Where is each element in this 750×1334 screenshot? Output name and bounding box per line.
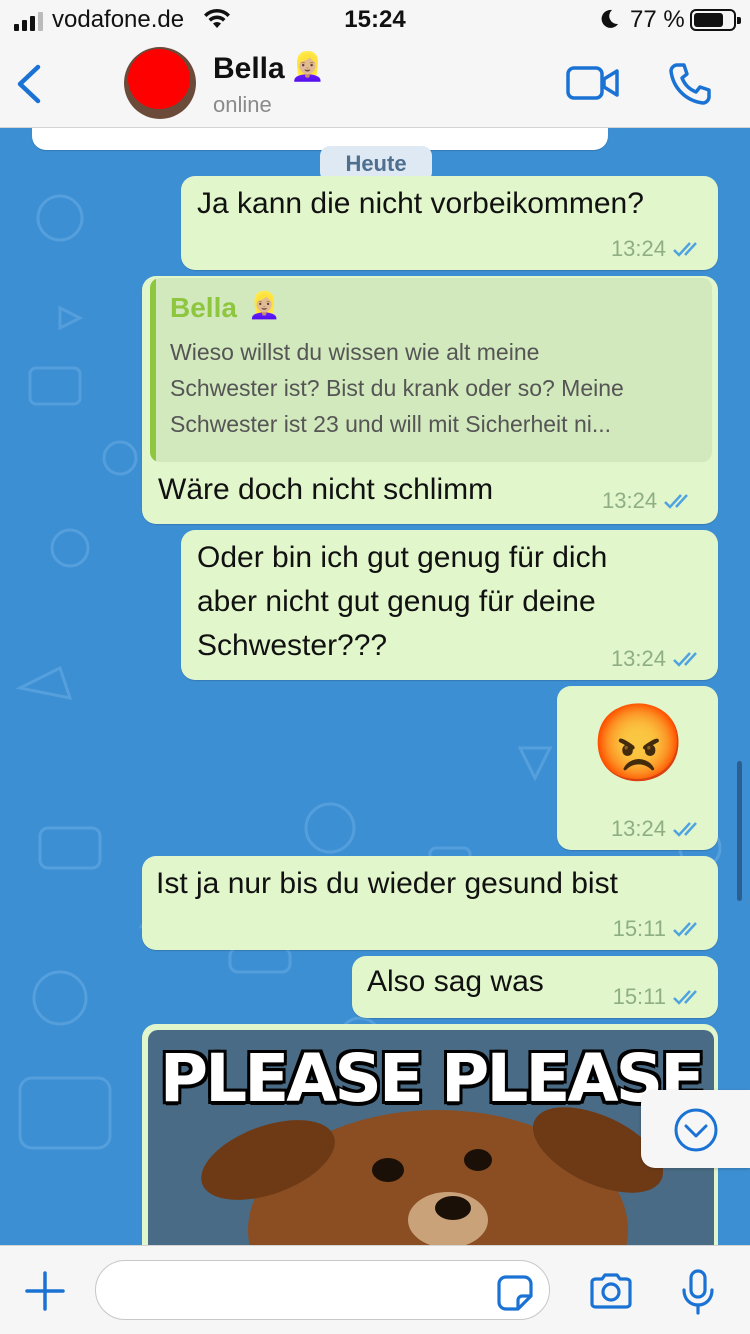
- message-meta: 13:24: [602, 488, 695, 514]
- outgoing-emoji-message[interactable]: 😡 13:24: [557, 686, 718, 850]
- chat-header: Bella 👱🏼‍♀️ online: [0, 40, 750, 128]
- outgoing-message[interactable]: Also sag was 15:11: [352, 956, 718, 1018]
- angry-face-emoji: 😡: [591, 701, 686, 786]
- meme-image[interactable]: PLEASE PLEASE: [148, 1030, 714, 1245]
- message-input-bar: [0, 1245, 750, 1334]
- read-receipt-icon: [673, 822, 697, 837]
- read-receipt-icon: [673, 922, 697, 937]
- chevron-down-circle-icon: [674, 1108, 718, 1152]
- microphone-icon[interactable]: [680, 1268, 716, 1321]
- meme-caption: PLEASE PLEASE: [159, 1040, 705, 1117]
- battery-icon: [690, 9, 741, 31]
- message-time: 13:24: [610, 646, 666, 671]
- read-receipt-icon: [664, 494, 688, 509]
- message-text-line: Oder bin ich gut genug für dich: [197, 541, 608, 574]
- quote-text: Wieso willst du wissen wie alt meine Sch…: [170, 339, 624, 437]
- chat-area[interactable]: 13:23 Heute Ja kann die nicht vorbeikomm…: [0, 128, 750, 1245]
- phone-call-icon[interactable]: [668, 62, 712, 111]
- message-text: Also sag was: [367, 965, 544, 998]
- quoted-message[interactable]: Bella 👱🏼‍♀️ Wieso willst du wissen wie a…: [150, 278, 712, 462]
- attach-plus-icon[interactable]: [24, 1270, 66, 1317]
- message-text: Ja kann die nicht vorbeikommen?: [197, 187, 644, 220]
- message-time: 15:11: [612, 916, 666, 941]
- contact-name[interactable]: Bella: [213, 52, 285, 86]
- message-time: 13:24: [610, 816, 666, 841]
- message-text: Ist ja nur bis du wieder gesund bist: [156, 867, 618, 900]
- message-time: 15:11: [612, 984, 666, 1009]
- message-meta: 13:24: [611, 816, 704, 842]
- camera-icon[interactable]: [588, 1272, 634, 1315]
- status-bar: vodafone.de 15:24 77 %: [0, 0, 750, 40]
- read-receipt-icon: [673, 242, 697, 257]
- message-text-line: aber nicht gut genug für deine: [197, 585, 596, 618]
- scroll-indicator[interactable]: [737, 761, 742, 901]
- read-receipt-icon: [673, 652, 697, 667]
- scroll-to-bottom-button[interactable]: [641, 1090, 750, 1168]
- sticker-icon[interactable]: [496, 1274, 534, 1317]
- message-meta: 15:11: [613, 916, 704, 942]
- read-receipt-icon: [673, 990, 697, 1005]
- quote-author-emoji: 👱🏼‍♀️: [248, 290, 281, 320]
- outgoing-message[interactable]: Ja kann die nicht vorbeikommen? 13:24: [181, 176, 718, 270]
- quote-author: Bella: [170, 292, 237, 323]
- message-text-line: Schwester???: [197, 629, 388, 662]
- message-time: 13:24: [602, 488, 658, 513]
- outgoing-message[interactable]: Ist ja nur bis du wieder gesund bist 15:…: [142, 856, 718, 950]
- do-not-disturb-icon: [598, 8, 620, 35]
- battery-percent: 77 %: [630, 6, 685, 33]
- outgoing-message[interactable]: Oder bin ich gut genug für dich aber nic…: [181, 530, 718, 680]
- video-call-icon[interactable]: [566, 66, 620, 105]
- back-chevron-icon[interactable]: [14, 64, 44, 109]
- message-time: 13:24: [610, 236, 666, 261]
- message-meta: 13:24: [611, 646, 704, 672]
- message-meta: 13:24: [611, 236, 704, 262]
- message-bubble-partial[interactable]: 13:23: [32, 128, 608, 150]
- contact-status: online: [213, 92, 272, 117]
- contact-emoji: 👱🏼‍♀️: [290, 51, 325, 82]
- avatar[interactable]: [124, 47, 196, 119]
- message-input[interactable]: [95, 1260, 550, 1320]
- message-meta: 15:11: [613, 984, 704, 1010]
- message-text: Wäre doch nicht schlimm: [158, 473, 494, 506]
